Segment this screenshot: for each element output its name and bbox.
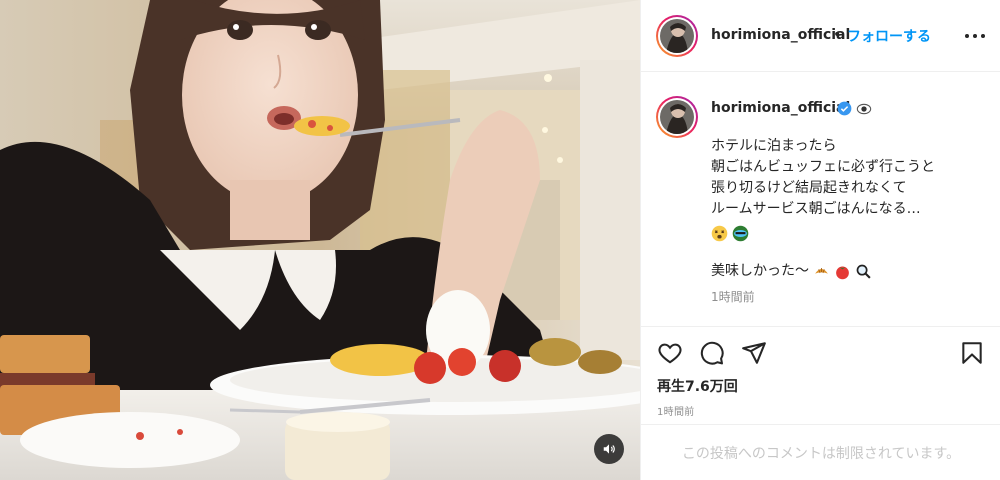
- post-side-panel: horimiona_official • フォローする horimiona_of…: [640, 0, 1000, 480]
- post-header: horimiona_official • フォローする: [641, 0, 1000, 72]
- caption-closing-line: 美味しかった〜: [711, 262, 809, 279]
- sleepy-bus-emoji-icon: [732, 225, 749, 241]
- avatar: [660, 100, 694, 134]
- heart-icon[interactable]: [657, 340, 683, 366]
- action-bar: [657, 340, 987, 368]
- dizzy-face-emoji-icon: [711, 225, 728, 241]
- caption-timestamp: 1時間前: [711, 290, 755, 304]
- caption-text: ホテルに泊まったら 朝ごはんビュッフェに必ず行こうと 張り切るけど結局起きれなく…: [711, 136, 981, 284]
- video-frame: [0, 0, 640, 480]
- caption-emoji-row-1: [711, 220, 981, 246]
- mute-toggle-button[interactable]: [594, 434, 624, 464]
- header-username-link[interactable]: horimiona_official: [711, 27, 850, 43]
- eye-emoji-icon: [856, 103, 872, 115]
- caption-closing-row: 美味しかった〜: [711, 258, 981, 284]
- bookmark-icon[interactable]: [959, 340, 985, 366]
- header-separator: •: [833, 27, 842, 43]
- post-timestamp[interactable]: 1時間前: [657, 403, 695, 418]
- caption-line-3: 張り切るけど結局起きれなくて: [711, 180, 907, 196]
- caption-block: horimiona_official ホテルに泊まったら 朝ごはんビュッフェに必…: [641, 88, 1000, 320]
- avatar-story-ring[interactable]: [656, 15, 698, 57]
- view-count[interactable]: 再生7.6万回: [657, 376, 738, 396]
- caption-avatar-ring[interactable]: [656, 96, 698, 138]
- instagram-post: horimiona_official • フォローする horimiona_of…: [0, 0, 1000, 480]
- more-horizontal-icon: [965, 34, 969, 38]
- avatar: [660, 19, 694, 53]
- caption-line-1: ホテルに泊まったら: [711, 138, 837, 154]
- speaker-icon: [603, 444, 615, 454]
- comment-icon[interactable]: [699, 340, 725, 366]
- caption-line-2: 朝ごはんビュッフェに必ず行こうと: [711, 159, 935, 175]
- comments-restricted-notice: この投稿へのコメントは制限されています。: [641, 424, 1000, 480]
- video-player[interactable]: [0, 0, 640, 480]
- more-options-button[interactable]: [965, 28, 985, 44]
- tomato-emoji-icon: [836, 266, 849, 279]
- caption-line-4: ルームサービス朝ごはんになる…: [711, 201, 921, 217]
- croissant-emoji-icon: [815, 267, 828, 274]
- share-icon[interactable]: [741, 340, 767, 366]
- caption-username-link[interactable]: horimiona_official: [711, 100, 850, 116]
- verified-badge-icon: [837, 101, 852, 116]
- follow-button[interactable]: フォローする: [847, 26, 931, 46]
- comments-restricted-text: この投稿へのコメントは制限されています。: [681, 445, 961, 462]
- magnifier-emoji-icon: [856, 264, 871, 279]
- section-divider: [641, 326, 1000, 327]
